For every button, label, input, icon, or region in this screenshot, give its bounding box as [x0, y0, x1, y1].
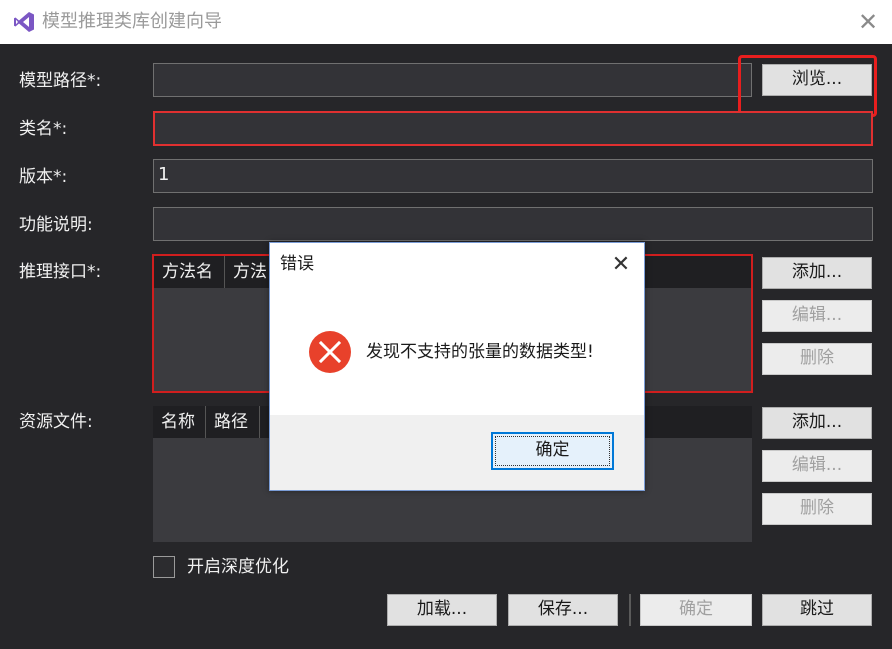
window-title: 模型推理类库创建向导: [42, 11, 222, 32]
load-button[interactable]: 加载...: [387, 594, 497, 626]
browse-highlight-box: [738, 55, 877, 117]
dialog-ok-button[interactable]: 确定: [491, 432, 614, 470]
save-button[interactable]: 保存...: [508, 594, 618, 626]
model-path-input[interactable]: [153, 63, 752, 97]
ok-button[interactable]: 确定: [640, 594, 752, 626]
column-header[interactable]: 方法名: [154, 256, 225, 288]
title-bar: 模型推理类库创建向导 ✕: [0, 0, 892, 44]
model-path-label: 模型路径*:: [19, 71, 102, 91]
class-name-input[interactable]: [153, 111, 873, 146]
focus-outline: [495, 436, 610, 466]
dialog-close-icon[interactable]: ✕: [606, 251, 636, 279]
deep-optimize-label: 开启深度优化: [187, 557, 289, 577]
dialog-message: 发现不支持的张量的数据类型!: [366, 342, 594, 362]
resource-add-button[interactable]: 添加...: [762, 407, 872, 439]
footer-separator: [629, 594, 631, 626]
resource-files-label: 资源文件:: [19, 412, 93, 432]
interface-add-button[interactable]: 添加...: [762, 257, 872, 289]
close-icon[interactable]: ✕: [854, 8, 882, 36]
version-input[interactable]: 1: [153, 159, 873, 193]
visual-studio-icon: [14, 12, 34, 32]
error-dialog: 错误 ✕ 发现不支持的张量的数据类型! 确定: [269, 242, 645, 491]
column-header[interactable]: 名称: [153, 406, 206, 438]
description-input[interactable]: [153, 207, 873, 241]
class-name-label: 类名*:: [19, 119, 68, 139]
dialog-title: 错误: [280, 254, 314, 274]
version-label: 版本*:: [19, 167, 68, 187]
deep-optimize-checkbox[interactable]: [153, 556, 175, 578]
description-label: 功能说明:: [19, 215, 93, 235]
column-header[interactable]: 路径: [206, 406, 260, 438]
interface-delete-button[interactable]: 删除: [762, 343, 872, 375]
inference-interface-label: 推理接口*:: [19, 262, 102, 282]
skip-button[interactable]: 跳过: [762, 594, 872, 626]
resource-delete-button[interactable]: 删除: [762, 493, 872, 525]
resource-edit-button[interactable]: 编辑...: [762, 450, 872, 482]
interface-edit-button[interactable]: 编辑...: [762, 300, 872, 332]
error-icon: [309, 331, 351, 373]
